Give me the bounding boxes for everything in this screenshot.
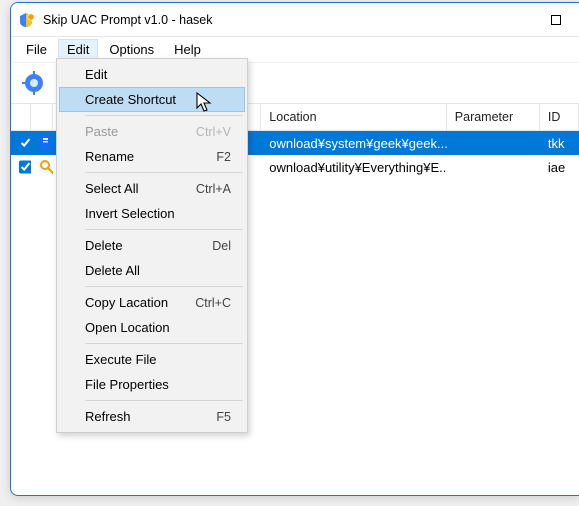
col-icon <box>31 104 53 130</box>
row-location: ownload¥utility¥Everything¥E... <box>261 155 447 179</box>
menu-create-shortcut[interactable]: Create Shortcut <box>59 87 245 112</box>
toolbar-gear-icon[interactable] <box>19 67 51 99</box>
menu-separator <box>85 400 243 401</box>
menu-separator <box>85 172 243 173</box>
menu-invert-selection[interactable]: Invert Selection <box>59 201 245 226</box>
menu-paste[interactable]: Paste Ctrl+V <box>59 119 245 144</box>
row-parameter <box>447 155 540 179</box>
menu-delete[interactable]: Delete Del <box>59 233 245 258</box>
titlebar: Skip UAC Prompt v1.0 - hasek <box>11 3 579 37</box>
row-checkbox[interactable] <box>11 155 31 179</box>
col-parameter-header[interactable]: Parameter <box>447 104 540 130</box>
row-checkbox[interactable] <box>11 131 31 155</box>
col-id-header[interactable]: ID <box>540 104 579 130</box>
col-location-header[interactable]: Location <box>261 104 446 130</box>
row-app-icon <box>31 131 53 155</box>
row-location: ownload¥system¥geek¥geek... <box>261 131 447 155</box>
row-id: iae <box>540 155 579 179</box>
menu-select-all[interactable]: Select All Ctrl+A <box>59 176 245 201</box>
menu-separator <box>85 286 243 287</box>
menu-execute-file[interactable]: Execute File <box>59 347 245 372</box>
window-title: Skip UAC Prompt v1.0 - hasek <box>43 13 533 27</box>
menu-options[interactable]: Options <box>100 39 163 60</box>
row-parameter <box>447 131 540 155</box>
maximize-button[interactable] <box>533 3 579 37</box>
menu-edit-item[interactable]: Edit <box>59 62 245 87</box>
menu-file[interactable]: File <box>17 39 56 60</box>
menu-help[interactable]: Help <box>165 39 210 60</box>
menu-refresh[interactable]: Refresh F5 <box>59 404 245 429</box>
row-id: tkk <box>540 131 579 155</box>
edit-dropdown-menu: Edit Create Shortcut Paste Ctrl+V Rename… <box>56 58 248 433</box>
menu-rename[interactable]: Rename F2 <box>59 144 245 169</box>
menu-copy-location[interactable]: Copy Lacation Ctrl+C <box>59 290 245 315</box>
menu-separator <box>85 115 243 116</box>
menu-open-location[interactable]: Open Location <box>59 315 245 340</box>
row-app-icon <box>31 155 53 179</box>
col-checkbox <box>11 104 31 130</box>
menu-file-properties[interactable]: File Properties <box>59 372 245 397</box>
menu-delete-all[interactable]: Delete All <box>59 258 245 283</box>
app-icon <box>19 12 35 28</box>
menu-separator <box>85 229 243 230</box>
menu-edit[interactable]: Edit <box>58 39 98 60</box>
menu-separator <box>85 343 243 344</box>
